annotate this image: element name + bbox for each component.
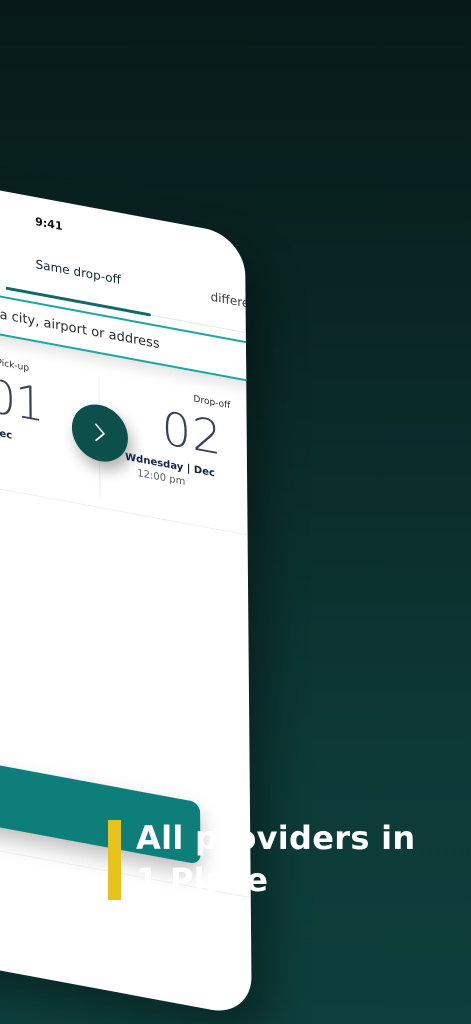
tagline-line-2: 1 Place — [136, 861, 269, 899]
dropoff-day[interactable]: 02 — [162, 400, 223, 465]
next-date-button[interactable] — [71, 399, 129, 467]
tagline-line-1: All providers in — [136, 819, 416, 857]
tab-different-dropoff[interactable]: different drop-off — [211, 290, 252, 323]
pickup-day[interactable]: 01 — [0, 368, 44, 433]
chevron-right-icon — [95, 423, 106, 442]
tagline-text: All providers in 1 Place — [136, 817, 466, 901]
status-time: 9:41 — [35, 215, 63, 234]
date-selector: Pick-up 01 Dec Drop-off 02 Wdnesday | De… — [0, 354, 252, 549]
pickup-month: Dec — [0, 426, 13, 442]
accent-bar — [108, 820, 121, 900]
tab-same-dropoff[interactable]: Same drop-off — [36, 257, 121, 287]
